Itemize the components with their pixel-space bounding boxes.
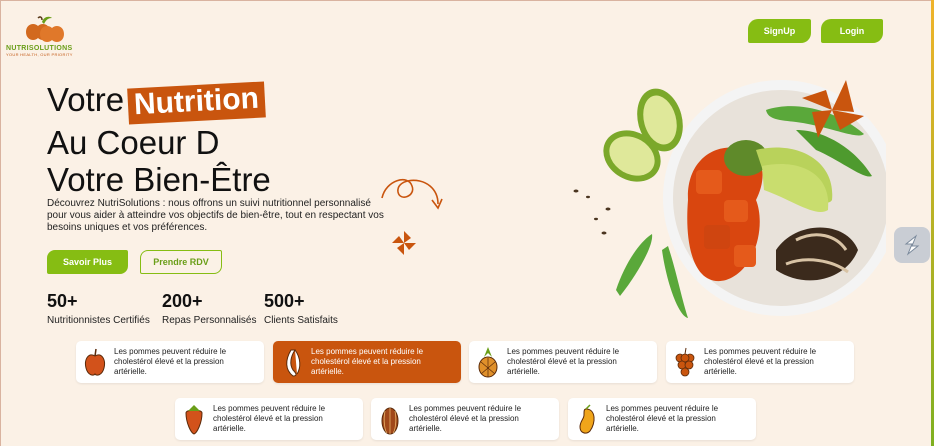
hero-title-line3: Votre Bien-Être	[47, 161, 271, 198]
fact-text: Les pommes peuvent réduire le cholestéro…	[507, 347, 620, 376]
brand-name: NUTRISOLUTIONS	[6, 45, 73, 52]
fact-text: Les pommes peuvent réduire le cholestéro…	[311, 347, 424, 376]
stat-label: Repas Personnalisés	[162, 315, 257, 326]
fact-card[interactable]: Les pommes peuvent réduire le cholestéro…	[469, 341, 657, 383]
lightning-s-icon	[904, 234, 920, 256]
fact-card-active[interactable]: Les pommes peuvent réduire le cholestéro…	[273, 341, 461, 383]
curly-arrow-icon	[381, 178, 443, 210]
stat-label: Clients Satisfaits	[264, 315, 338, 326]
mango-icon	[576, 403, 598, 435]
fact-card[interactable]: Les pommes peuvent réduire le cholestéro…	[76, 341, 264, 383]
fruit-logo-icon	[26, 16, 64, 42]
fact-text: Les pommes peuvent réduire le cholestéro…	[114, 347, 227, 376]
fact-text: Les pommes peuvent réduire le cholestéro…	[704, 347, 817, 376]
brand-logo[interactable]: NUTRISOLUTIONS YOUR HEALTH, OUR PRIORITY	[6, 14, 82, 57]
grapes-icon	[674, 346, 696, 378]
side-widget-button[interactable]	[894, 227, 930, 263]
hero-title-badge: Nutrition	[127, 81, 266, 125]
fact-card[interactable]: Les pommes peuvent réduire le cholestéro…	[371, 398, 559, 440]
stat-clients: 500+ Clients Satisfaits	[264, 291, 338, 326]
stat-value: 500+	[264, 291, 305, 311]
prendre-rdv-button[interactable]: Prendre RDV	[140, 250, 222, 274]
fact-text: Les pommes peuvent réduire le cholestéro…	[409, 404, 522, 433]
stat-meals: 200+ Repas Personnalisés	[162, 291, 257, 326]
stat-label: Nutritionnistes Certifiés	[47, 315, 150, 326]
brand-tagline: YOUR HEALTH, OUR PRIORITY	[6, 52, 73, 57]
fact-text: Les pommes peuvent réduire le cholestéro…	[213, 404, 326, 433]
fact-card[interactable]: Les pommes peuvent réduire le cholestéro…	[568, 398, 756, 440]
fact-text: Les pommes peuvent réduire le cholestéro…	[606, 404, 719, 433]
strawberry-icon	[183, 403, 205, 435]
stat-nutritionists: 50+ Nutritionnistes Certifiés	[47, 291, 150, 326]
hero-title-prefix: Votre	[47, 81, 125, 118]
apple-icon	[84, 346, 106, 378]
hero-title-line2: Au Coeur D	[47, 124, 220, 161]
savoir-plus-button[interactable]: Savoir Plus	[47, 250, 128, 274]
hero-title-line1: Votre Nutrition	[47, 81, 266, 125]
fact-card[interactable]: Les pommes peuvent réduire le cholestéro…	[666, 341, 854, 383]
fact-card[interactable]: Les pommes peuvent réduire le cholestéro…	[175, 398, 363, 440]
pinwheel-small-icon	[392, 231, 416, 255]
stat-value: 50+	[47, 291, 78, 311]
stat-value: 200+	[162, 291, 203, 311]
signup-button[interactable]: SignUp	[748, 19, 811, 43]
login-button[interactable]: Login	[821, 19, 883, 43]
food-bowl-image	[603, 80, 886, 318]
melon-icon	[379, 403, 401, 435]
banana-icon	[281, 346, 303, 378]
hero-description: Découvrez NutriSolutions : nous offrons …	[47, 198, 384, 233]
pineapple-icon	[477, 346, 499, 378]
